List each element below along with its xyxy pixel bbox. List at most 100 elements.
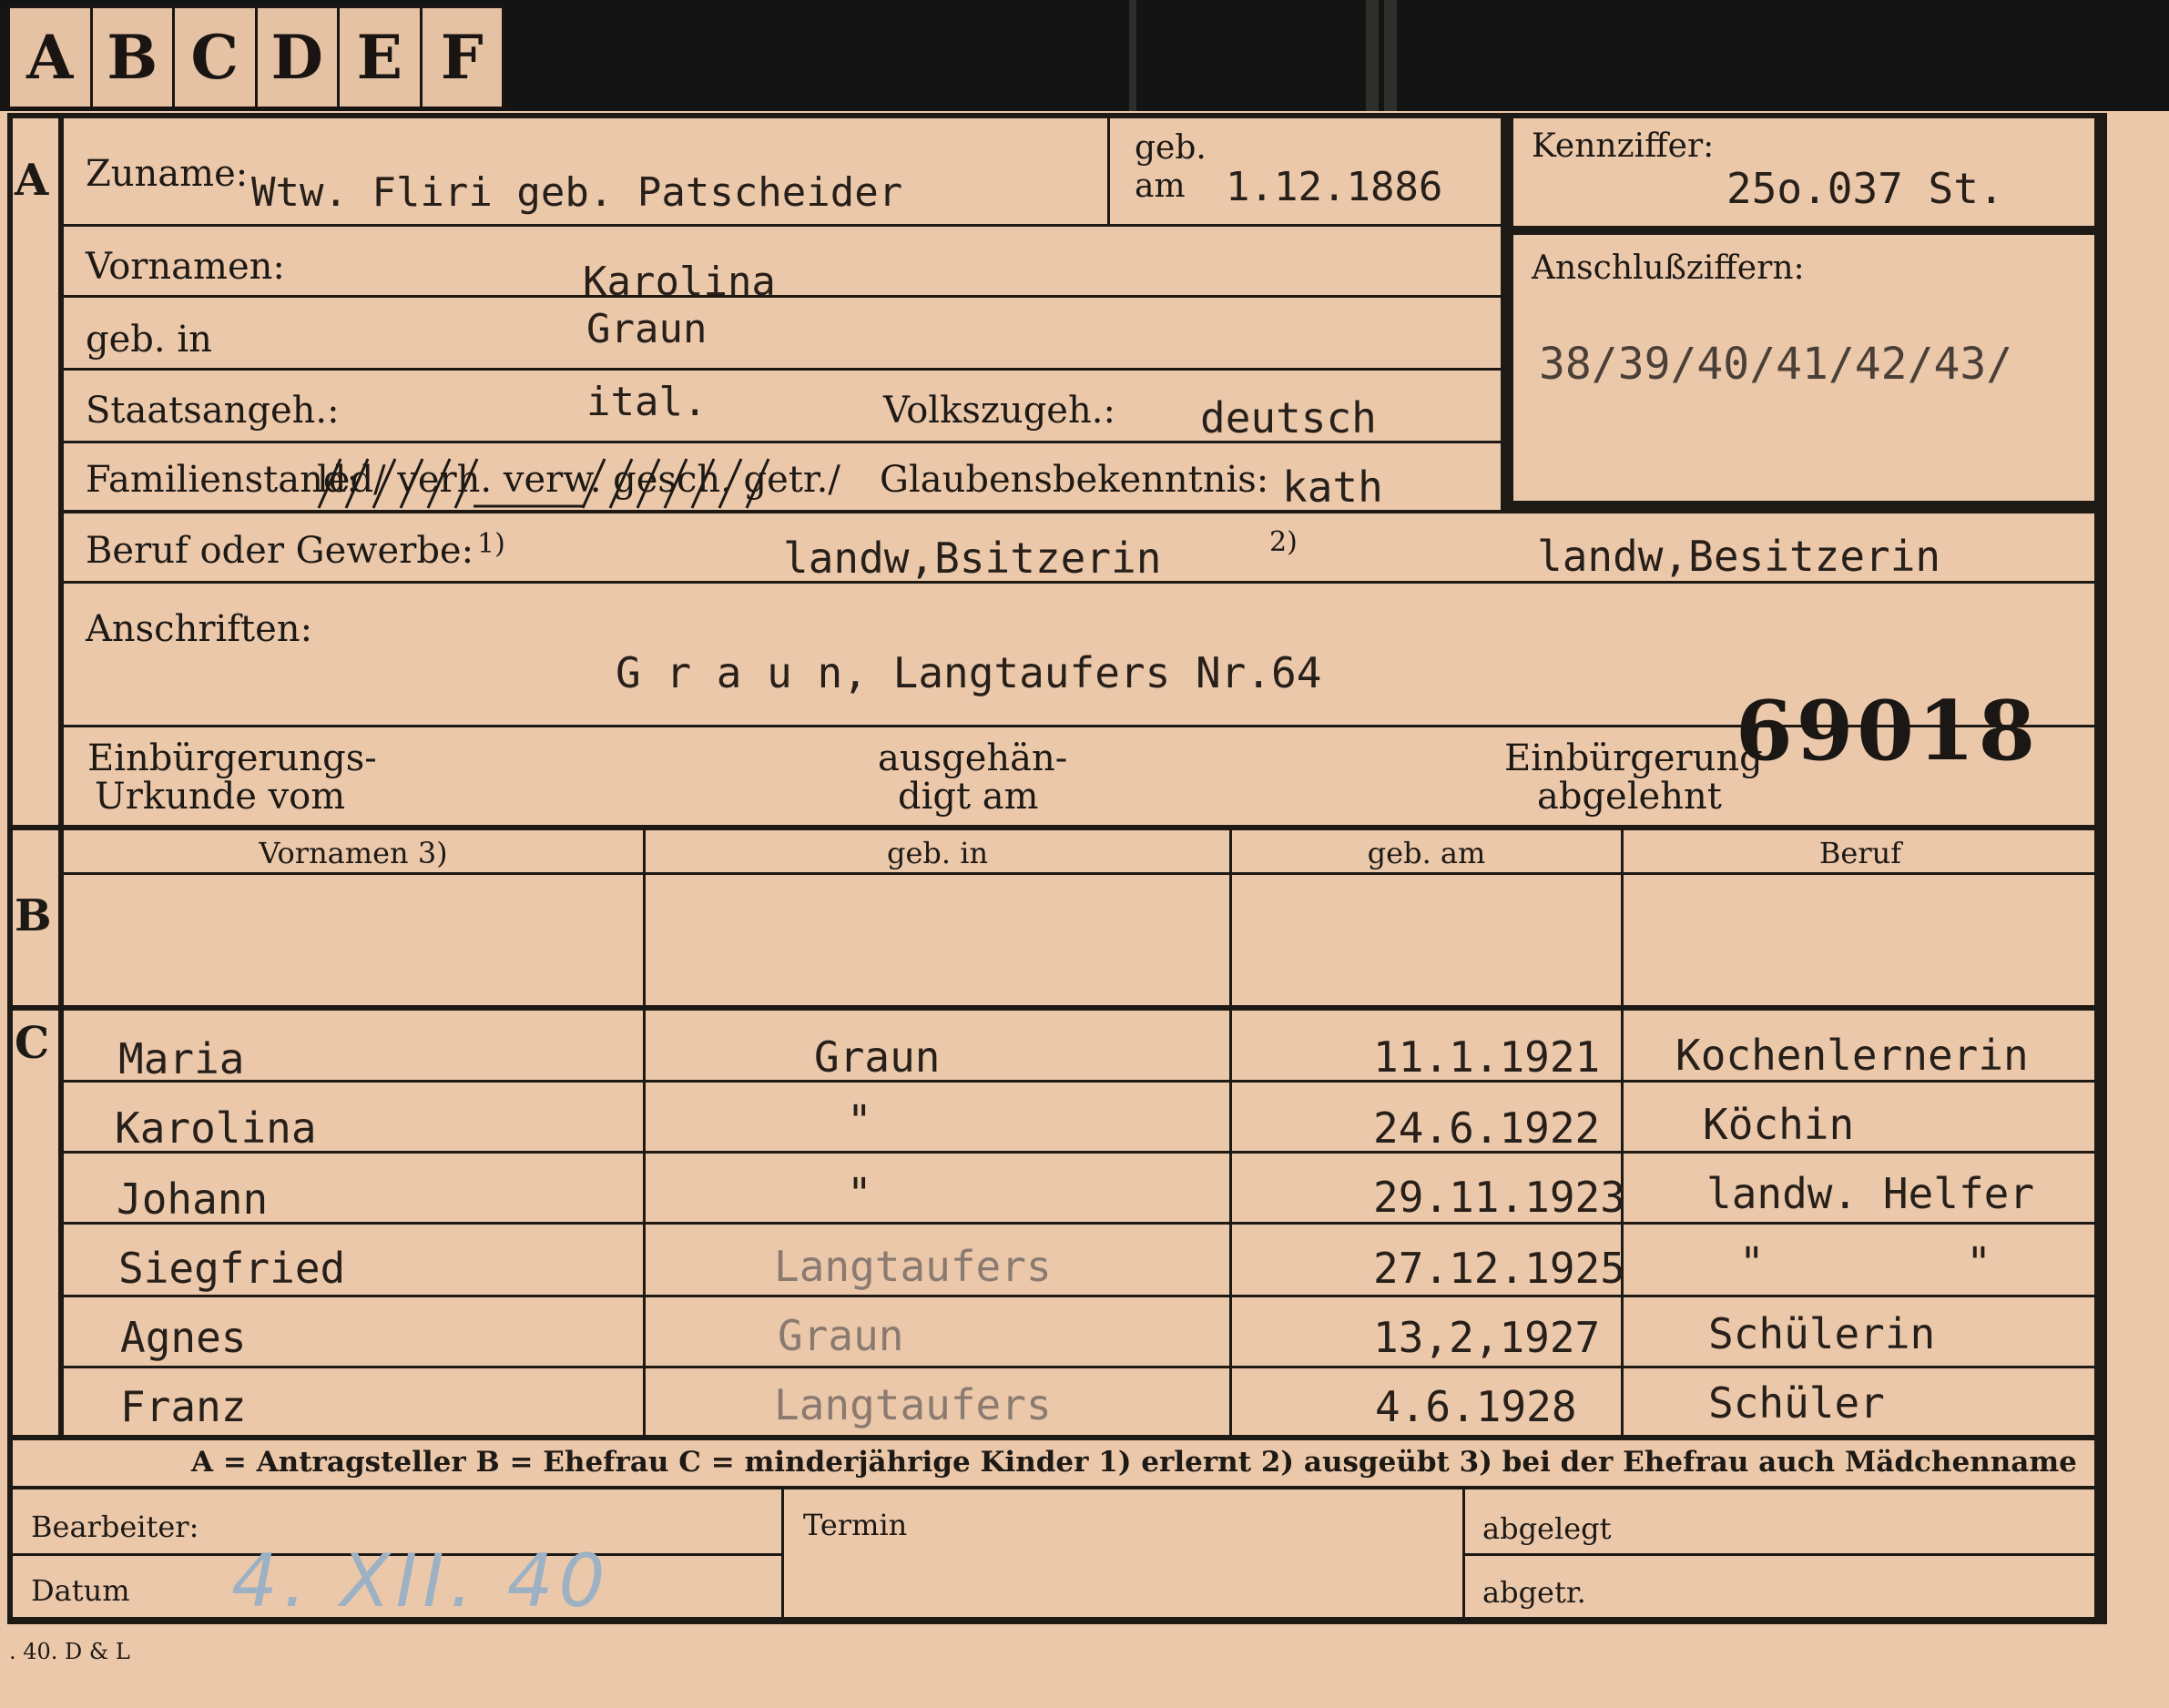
child-geb-in: " bbox=[847, 1169, 872, 1218]
tab-c: C bbox=[175, 8, 258, 107]
tab-a: A bbox=[10, 8, 93, 107]
rule bbox=[1107, 117, 1110, 224]
child-vorname: Agnes bbox=[120, 1313, 247, 1362]
rule bbox=[643, 830, 646, 1437]
rule bbox=[58, 1222, 2098, 1225]
anschlussziffern-value: 38/39/40/41/42/43/ bbox=[1539, 339, 2013, 390]
beruf-note-2: 2) bbox=[1269, 526, 1298, 558]
child-beruf: Schüler bbox=[1708, 1378, 1885, 1428]
kennziffer-label: Kennziffer: bbox=[1532, 127, 1715, 165]
staatsangeh-value: ital. bbox=[586, 379, 708, 425]
rule bbox=[7, 1435, 2102, 1440]
abgetr-label: abgetr. bbox=[1482, 1575, 1586, 1610]
anschriften-label: Anschriften: bbox=[86, 608, 313, 650]
familienstand-strikethrough bbox=[317, 458, 770, 509]
section-c-marker: C bbox=[15, 1018, 50, 1069]
child-geb-am: 29.11.1923 bbox=[1373, 1173, 1625, 1222]
einbuergerung-abgelehnt-label-2: abgelehnt bbox=[1537, 776, 1722, 818]
beruf-note-1: 1) bbox=[477, 528, 505, 560]
volkszugeh-label: Volkszugeh.: bbox=[883, 390, 1115, 432]
rule bbox=[7, 825, 2102, 830]
glaubensbekenntnis-value: kath bbox=[1282, 463, 1383, 512]
section-bc-divider bbox=[58, 828, 64, 1438]
beruf-label: Beruf oder Gewerbe: bbox=[86, 530, 474, 572]
child-geb-am: 4.6.1928 bbox=[1375, 1382, 1577, 1431]
rule bbox=[7, 1005, 2102, 1011]
am-label: am bbox=[1135, 168, 1186, 205]
child-geb-in: Graun bbox=[778, 1311, 904, 1360]
rule bbox=[781, 1489, 784, 1619]
datum-value: 4. XII. 40 bbox=[231, 1539, 611, 1623]
ausgehaendigt-label-1: ausgehän- bbox=[878, 737, 1068, 779]
glaubensbekenntnis-label: Glaubensbekenntnis: bbox=[880, 459, 1269, 501]
geb-am-value: 1.12.1886 bbox=[1226, 164, 1443, 210]
anschrift-value: G r a u n, Langtaufers Nr.64 bbox=[616, 648, 1322, 697]
child-beruf: Kochenlernerin bbox=[1675, 1031, 2029, 1080]
child-beruf: Köchin bbox=[1703, 1100, 1855, 1149]
col-header-geb-in: geb. in bbox=[886, 836, 989, 870]
tab-d: D bbox=[258, 8, 340, 107]
rule bbox=[1501, 113, 1513, 513]
printer-mark: . 40. D & L bbox=[9, 1639, 130, 1664]
rule bbox=[1513, 501, 2096, 512]
einbuergerung-abgelehnt-label-1: Einbürgerung bbox=[1504, 737, 1763, 779]
child-vorname: Siegfried bbox=[118, 1244, 346, 1293]
rule bbox=[58, 1366, 2098, 1368]
volkszugeh-value: deutsch bbox=[1200, 393, 1377, 442]
child-geb-in: " bbox=[847, 1096, 872, 1145]
kennziffer-value: 25o.037 St. bbox=[1726, 164, 2004, 213]
child-geb-am: 11.1.1921 bbox=[1373, 1032, 1601, 1082]
beruf-ausgeuebt-value: landw,Besitzerin bbox=[1537, 532, 1941, 581]
rule bbox=[58, 1151, 2098, 1154]
einbuergerungs-urkunde-label-2: Urkunde vom bbox=[95, 776, 346, 818]
child-geb-am: 13,2,1927 bbox=[1373, 1313, 1601, 1362]
geb-label: geb. bbox=[1135, 129, 1207, 167]
staatsangeh-label: Staatsangeh.: bbox=[86, 390, 340, 432]
rule bbox=[58, 368, 1502, 371]
col-header-beruf: Beruf bbox=[1818, 836, 1902, 870]
vornamen-label: Vornamen: bbox=[86, 246, 285, 288]
child-vorname: Karolina bbox=[115, 1103, 317, 1153]
child-geb-in: Langtaufers bbox=[774, 1380, 1052, 1429]
vornamen-value: Karolina bbox=[583, 259, 776, 305]
section-a-marker: A bbox=[15, 155, 49, 206]
col-header-vornamen: Vornamen 3) bbox=[259, 836, 448, 870]
frame-left bbox=[7, 113, 13, 1624]
child-beruf: Schülerin bbox=[1708, 1309, 1936, 1358]
geb-in-label: geb. in bbox=[86, 319, 212, 361]
rule bbox=[58, 295, 1502, 298]
section-a-divider bbox=[58, 113, 64, 828]
rule bbox=[1513, 226, 2096, 235]
bearbeiter-label: Bearbeiter: bbox=[31, 1510, 199, 1544]
rule bbox=[58, 1080, 2098, 1083]
rule bbox=[1621, 830, 1624, 1437]
datum-label: Datum bbox=[31, 1573, 130, 1608]
child-beruf: landw. Helfer bbox=[1706, 1169, 2035, 1218]
rule bbox=[58, 224, 1502, 227]
child-geb-in: Graun bbox=[814, 1032, 941, 1082]
legend: A = Antragsteller B = Ehefrau C = minder… bbox=[191, 1446, 2077, 1479]
rule bbox=[1462, 1489, 1465, 1619]
geb-in-value: Graun bbox=[586, 306, 708, 352]
child-vorname: Johann bbox=[117, 1174, 269, 1224]
section-b-marker: B bbox=[15, 890, 52, 941]
child-geb-am: 24.6.1922 bbox=[1373, 1103, 1601, 1153]
stamp-number: 69018 bbox=[1736, 683, 2040, 779]
frame-top bbox=[7, 113, 2107, 118]
tab-e: E bbox=[340, 8, 423, 107]
anschlussziffern-label: Anschlußziffern: bbox=[1532, 249, 1805, 287]
rule bbox=[58, 1295, 2098, 1297]
col-header-geb-am: geb. am bbox=[1367, 836, 1486, 870]
child-vorname: Maria bbox=[118, 1034, 245, 1083]
rule bbox=[58, 872, 2098, 875]
einbuergerungs-urkunde-label-1: Einbürgerungs- bbox=[87, 737, 377, 779]
beruf-erlernt-value: landw,Bsitzerin bbox=[783, 534, 1162, 583]
rule bbox=[1229, 830, 1232, 1437]
ausgehaendigt-label-2: digt am bbox=[898, 776, 1039, 818]
child-vorname: Franz bbox=[120, 1382, 247, 1431]
abgelegt-label: abgelegt bbox=[1482, 1511, 1612, 1546]
child-geb-am: 27.12.1925 bbox=[1373, 1244, 1625, 1293]
zuname-label: Zuname: bbox=[86, 153, 249, 195]
child-beruf: " " bbox=[1739, 1238, 1991, 1287]
rule bbox=[1462, 1553, 2100, 1556]
